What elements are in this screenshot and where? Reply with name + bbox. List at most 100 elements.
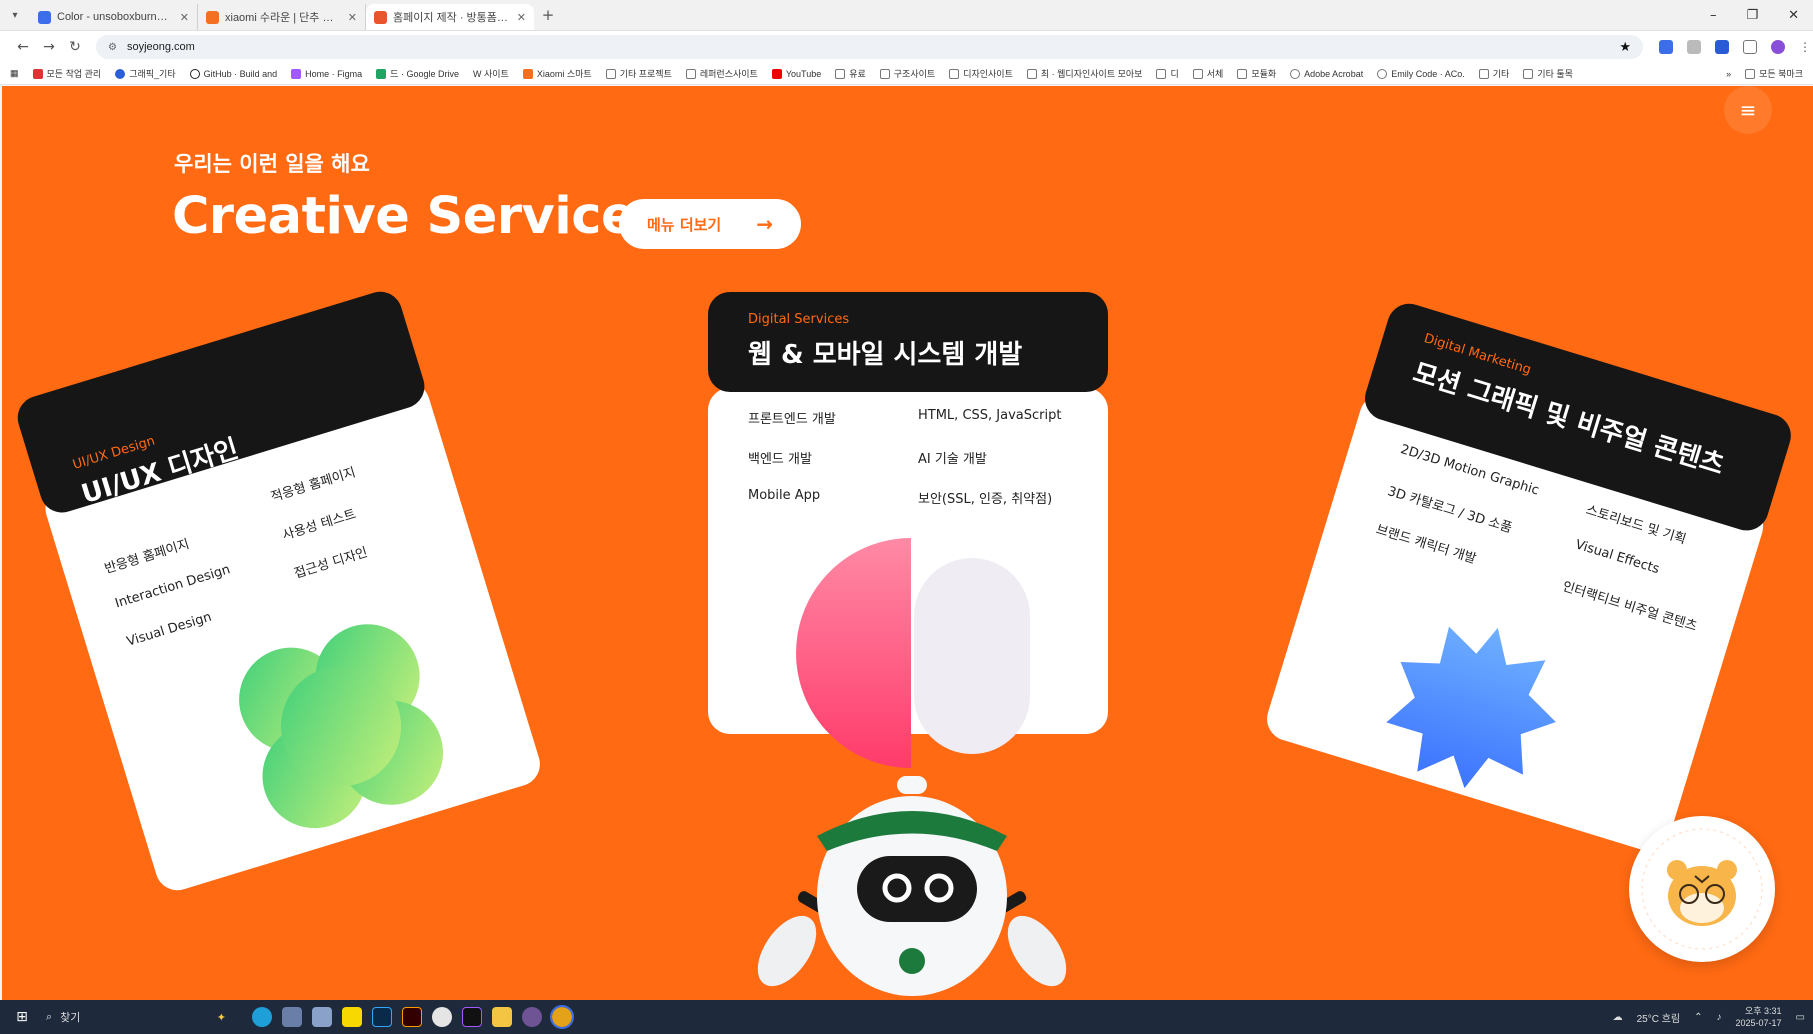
extension-3-icon[interactable] [1715, 40, 1729, 54]
profile-avatar[interactable] [1771, 40, 1785, 54]
site-info-icon[interactable]: ⚙ [108, 42, 117, 53]
hamburger-menu-button[interactable]: ≡ [1724, 86, 1772, 134]
bookmark-folder[interactable]: 레퍼런스사이트 [685, 67, 758, 80]
card-items-col1: 2D/3D Motion Graphic 3D 카탈로그 / 3D 소품 브랜드… [1368, 442, 1541, 599]
tab-3-close-icon[interactable]: ✕ [517, 11, 526, 24]
bookmark-folder[interactable]: 기타 프로젝트 [605, 67, 672, 80]
service-card-motion[interactable]: 2D/3D Motion Graphic 3D 카탈로그 / 3D 소품 브랜드… [1260, 298, 1797, 861]
extension-1-icon[interactable] [1659, 40, 1673, 54]
clock-time: 오후 3:31 [1744, 1006, 1782, 1016]
tab-1-close-icon[interactable]: ✕ [180, 11, 189, 24]
os-taskbar: ⊞ ⌕ 찾기 ✦ ☁ 25°C 흐림 ⌃ ♪ 오후 3:31 2025-07-1… [0, 1000, 1813, 1034]
restore-button[interactable]: ❐ [1746, 8, 1758, 23]
section-headline: Creative Service [172, 187, 636, 246]
windows-start-icon[interactable]: ⊞ [8, 1009, 36, 1025]
bookmark-item[interactable]: Home · Figma [291, 68, 362, 79]
tab-2[interactable]: xiaomi 수라운 | 단추 조석 ✕ [198, 4, 366, 30]
weather-text[interactable]: 25°C 흐림 [1637, 1010, 1681, 1025]
sparkle-icon: ✦ [216, 1010, 226, 1024]
bookmark-folder[interactable]: 구조사이트 [879, 67, 935, 80]
bookmark-item[interactable]: YouTube [771, 68, 821, 79]
bookmarks-overflow-icon[interactable]: » [1726, 69, 1731, 79]
extension-icons: ⋮ [1659, 40, 1811, 54]
card-items-col1: 프론트엔드 개발 백엔드 개발 Mobile App [748, 408, 836, 528]
system-tray: ☁ 25°C 흐림 ⌃ ♪ 오후 3:31 2025-07-17 ▭ [1613, 1005, 1805, 1029]
bookmark-folder[interactable]: 모듈화 [1237, 67, 1276, 80]
volume-icon[interactable]: ♪ [1717, 1012, 1722, 1023]
bookmark-item[interactable]: 그래픽_기타 [115, 67, 176, 80]
figma-app-icon[interactable] [462, 1007, 482, 1027]
kakaotalk-app-icon[interactable] [342, 1007, 362, 1027]
service-item: Mobile App [748, 488, 821, 503]
window-controls: – ❐ ✕ [1710, 8, 1813, 23]
card-items-col2: HTML, CSS, JavaScript AI 기술 개발 보안(SSL, 인… [918, 408, 1061, 528]
service-item: 백엔드 개발 [748, 452, 812, 467]
github-app-icon[interactable] [522, 1007, 542, 1027]
more-menu-button[interactable]: 메뉴 더보기 → [619, 199, 801, 249]
taskbar-apps [252, 1005, 574, 1029]
app-icon[interactable] [282, 1007, 302, 1027]
tiger-mascot-icon [1641, 828, 1763, 950]
bookmark-item[interactable]: GitHub · Build and [189, 68, 277, 79]
browser-menu-icon[interactable]: ⋮ [1799, 40, 1811, 54]
extension-2-icon[interactable] [1687, 40, 1701, 54]
bookmark-item[interactable]: 드 · Google Drive [376, 67, 459, 80]
tab-3[interactable]: 홈페이지 제작 · 방통폼 홈페이 ✕ [366, 4, 534, 30]
tab-1[interactable]: Color - unsoboxburne su.do ✕ [30, 4, 198, 30]
service-item: 프론트엔드 개발 [748, 412, 836, 427]
bookmarks-bar: ▦ 모든 작업 관리 그래픽_기타 GitHub · Build and Hom… [0, 63, 1813, 85]
bookmark-folder[interactable]: 디자인사이트 [949, 67, 1013, 80]
reload-icon[interactable]: ↻ [62, 39, 88, 55]
tab-2-close-icon[interactable]: ✕ [348, 11, 357, 24]
close-window-button[interactable]: ✕ [1788, 8, 1799, 23]
card-items-col2: 스토리보드 및 기획 Visual Effects 인터랙티브 비주얼 콘텐츠 [1554, 499, 1723, 655]
tab-3-favicon-icon [374, 10, 387, 24]
bookmark-item[interactable]: W 사이트 [473, 67, 509, 80]
taskbar-search-placeholder: 찾기 [60, 1011, 81, 1024]
illustrator-app-icon[interactable] [402, 1007, 422, 1027]
other-bookmarks-folder[interactable]: 모든 북마크 [1745, 67, 1803, 80]
new-tab-button[interactable]: + [534, 6, 562, 24]
taskbar-search-input[interactable]: ⌕ 찾기 ✦ [36, 1004, 236, 1030]
tab-1-title: Color - unsoboxburne su.do [57, 11, 174, 23]
bookmark-item[interactable]: 모든 작업 관리 [32, 67, 101, 80]
taskbar-clock[interactable]: 오후 3:31 2025-07-17 [1736, 1005, 1782, 1029]
url-input[interactable]: ⚙ soyjeong.com ★ [96, 35, 1643, 59]
bookmark-folder[interactable]: 기타 툴목 [1523, 67, 1573, 80]
bookmark-folder[interactable]: 유료 [835, 67, 866, 80]
tray-chevron-icon[interactable]: ⌃ [1694, 1012, 1702, 1023]
forward-icon[interactable]: → [36, 39, 62, 55]
app-icon[interactable] [432, 1007, 452, 1027]
mascot-badge[interactable] [1629, 816, 1775, 962]
bookmark-item[interactable]: Emily Code · ACo. [1377, 68, 1465, 79]
file-explorer-icon[interactable] [492, 1007, 512, 1027]
back-icon[interactable]: ← [10, 39, 36, 55]
service-card-uiux[interactable]: 반응형 홈페이지 Interaction Design Visual Desig… [12, 286, 552, 919]
bookmark-folder[interactable]: 기타 [1478, 67, 1509, 80]
chrome-app-icon[interactable] [550, 1005, 574, 1029]
blue-star-shape [1386, 626, 1556, 789]
bookmark-item[interactable]: Adobe Acrobat [1290, 68, 1363, 79]
bookmark-folder[interactable]: 서체 [1192, 67, 1223, 80]
robot-mascot-icon [757, 776, 1067, 996]
photoshop-app-icon[interactable] [372, 1007, 392, 1027]
card-category: Digital Services [748, 312, 850, 327]
section-eyebrow: 우리는 이런 일을 해요 [174, 152, 370, 176]
minimize-button[interactable]: – [1710, 8, 1717, 23]
url-text: soyjeong.com [126, 41, 195, 53]
bookmark-item[interactable]: Xiaomi 스마트 [522, 67, 592, 80]
edge-app-icon[interactable] [252, 1007, 272, 1027]
page-content: ≡ 우리는 이런 일을 해요 Creative Service 메뉴 더보기 →… [2, 86, 1813, 1000]
address-bar-row: ← → ↻ ⚙ soyjeong.com ★ ⋮ [0, 31, 1813, 63]
search-icon: ⌕ [46, 1010, 53, 1023]
service-item: HTML, CSS, JavaScript [918, 408, 1062, 423]
tab-1-favicon-icon [38, 10, 51, 24]
bookmark-star-icon[interactable]: ★ [1619, 39, 1631, 55]
notification-icon[interactable]: ▭ [1796, 1012, 1805, 1023]
bookmark-folder[interactable]: 디 [1156, 67, 1179, 80]
extensions-puzzle-icon[interactable] [1743, 40, 1757, 54]
apps-grid-icon[interactable]: ▦ [10, 68, 19, 79]
tab-search-icon[interactable]: ▾ [0, 0, 30, 31]
app-icon[interactable] [312, 1007, 332, 1027]
bookmark-item[interactable]: 최 · 웹디자인사이트 모아보 [1026, 67, 1142, 80]
